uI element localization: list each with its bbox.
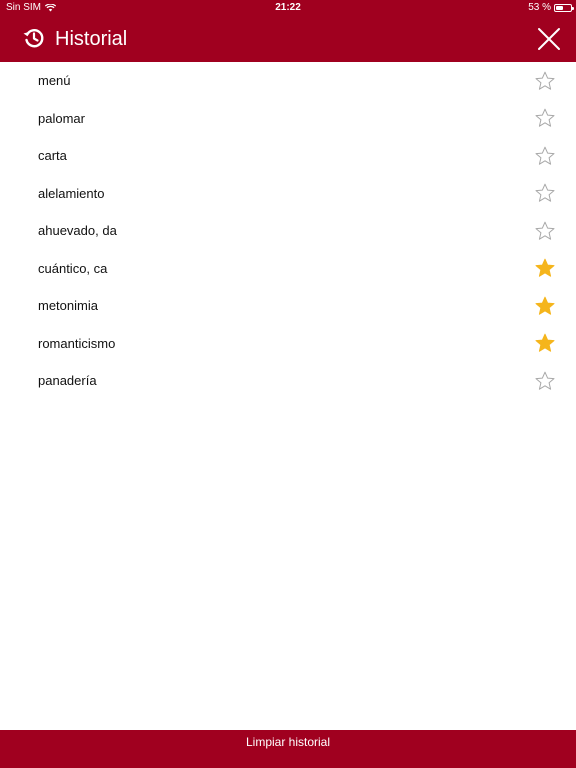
history-item[interactable]: menú bbox=[0, 62, 576, 100]
star-outline-icon[interactable] bbox=[535, 371, 555, 391]
battery-fill bbox=[556, 6, 564, 10]
page-title: Historial bbox=[55, 28, 128, 50]
history-item-label: carta bbox=[38, 148, 67, 164]
history-item[interactable]: carta bbox=[0, 137, 576, 175]
battery-icon bbox=[554, 4, 574, 12]
history-item[interactable]: palomar bbox=[0, 100, 576, 138]
header-bar: Historial bbox=[0, 16, 576, 62]
history-item[interactable]: metonimia bbox=[0, 287, 576, 325]
history-item[interactable]: panadería bbox=[0, 362, 576, 400]
history-item-label: ahuevado, da bbox=[38, 223, 117, 239]
close-icon bbox=[536, 28, 562, 56]
star-outline-icon[interactable] bbox=[535, 183, 555, 203]
star-filled-icon[interactable] bbox=[535, 258, 555, 278]
history-clock-icon bbox=[22, 26, 46, 50]
history-item-label: alelamiento bbox=[38, 185, 105, 201]
history-item[interactable]: cuántico, ca bbox=[0, 250, 576, 288]
history-item-label: palomar bbox=[38, 110, 85, 126]
status-bar: Sin SIM 21:22 53 % bbox=[0, 0, 576, 16]
history-item-label: romanticismo bbox=[38, 335, 116, 351]
history-item[interactable]: ahuevado, da bbox=[0, 212, 576, 250]
history-item-label: menú bbox=[38, 73, 71, 89]
screen: Sin SIM 21:22 53 % Historial menú paloma… bbox=[0, 0, 576, 768]
star-outline-icon[interactable] bbox=[535, 146, 555, 166]
history-item-label: panadería bbox=[38, 373, 97, 389]
star-outline-icon[interactable] bbox=[535, 108, 555, 128]
history-list: menú palomar carta alelamiento ahuevado, da c… bbox=[0, 62, 576, 400]
star-filled-icon[interactable] bbox=[535, 333, 555, 353]
star-filled-icon[interactable] bbox=[535, 296, 555, 316]
status-right: 53 % bbox=[528, 0, 574, 16]
history-item-label: cuántico, ca bbox=[38, 260, 108, 276]
star-outline-icon[interactable] bbox=[535, 221, 555, 241]
history-item-label: metonimia bbox=[38, 298, 98, 314]
battery-percent: 53 % bbox=[528, 2, 551, 13]
history-item[interactable]: romanticismo bbox=[0, 325, 576, 363]
close-button[interactable] bbox=[536, 26, 562, 52]
clear-history-button[interactable]: Limpiar historial bbox=[0, 730, 576, 768]
history-item[interactable]: alelamiento bbox=[0, 175, 576, 213]
star-outline-icon[interactable] bbox=[535, 71, 555, 91]
status-time: 21:22 bbox=[275, 2, 301, 13]
